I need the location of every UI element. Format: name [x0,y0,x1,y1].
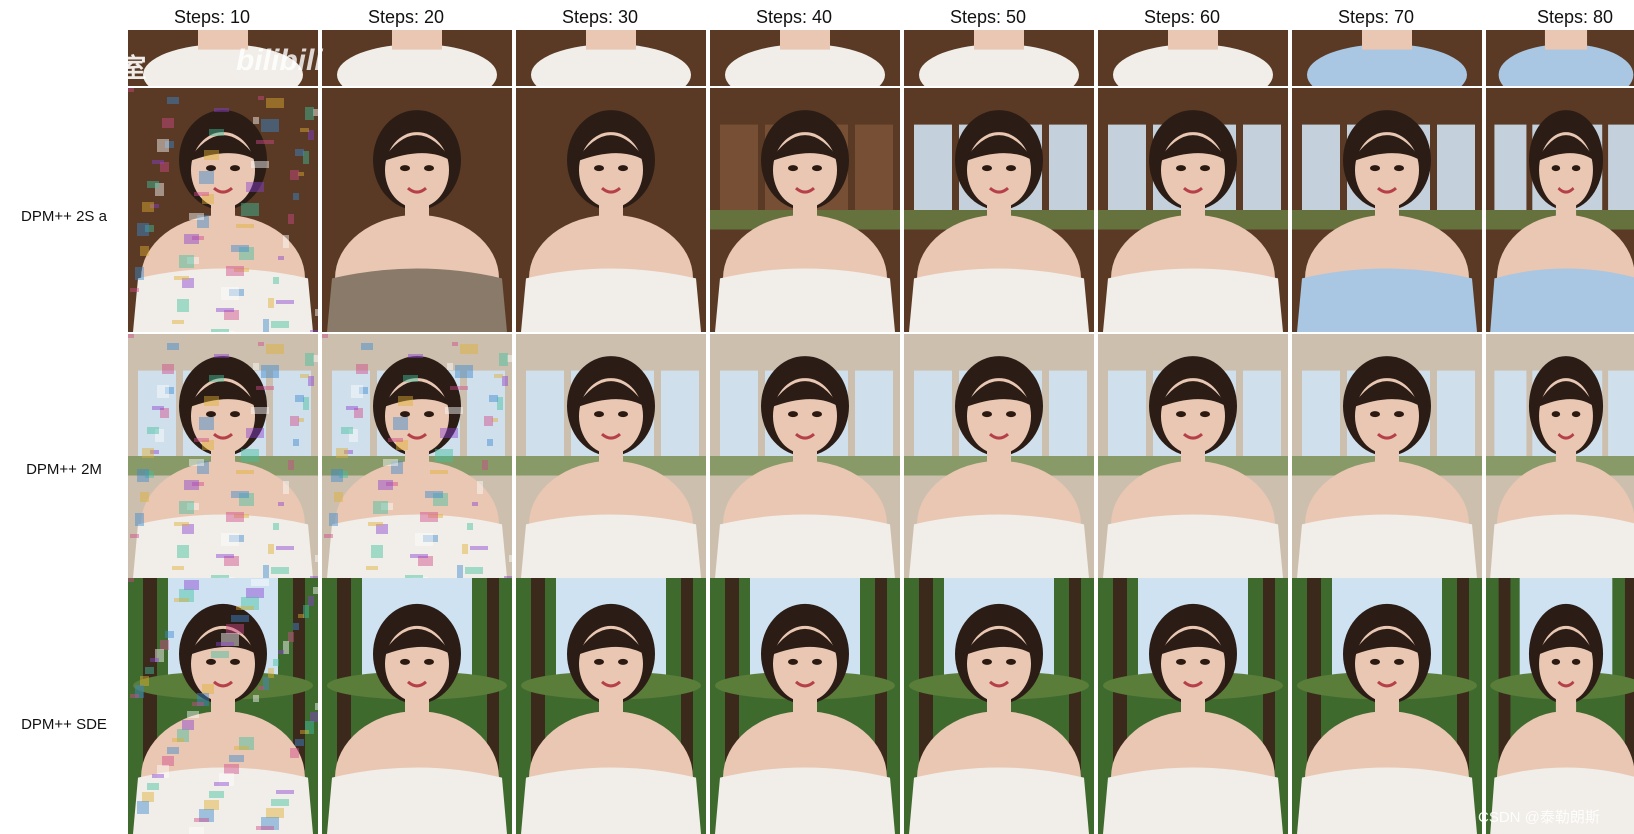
column-header-steps-20: Steps: 20 [367,7,445,27]
image-thumbnail [322,334,512,578]
image-thumbnail [904,334,1094,578]
image-thumbnail [1098,578,1288,834]
watermark-bilibili: bilibili [236,44,323,77]
watermark-csdn: CSDN @泰勒朗斯 [1478,809,1600,826]
image-thumbnail [128,334,318,578]
image-thumbnail [516,30,706,86]
watermark-eve-lab: Eve实验室 [22,53,147,83]
image-thumbnail [1098,88,1288,332]
column-header-steps-80: Steps: 80 [1536,7,1614,27]
image-thumbnail [322,30,512,86]
column-header-steps-70: Steps: 70 [1337,7,1415,27]
image-thumbnail [904,30,1094,86]
column-header-steps-50: Steps: 50 [949,7,1027,27]
image-thumbnail [322,578,512,834]
row-label-dpm-2s-a: DPM++ 2S a [21,208,107,225]
column-header-steps-60: Steps: 60 [1143,7,1221,27]
image-thumbnail [128,88,318,332]
column-header-steps-40: Steps: 40 [755,7,833,27]
image-thumbnail [322,88,512,332]
image-thumbnail [1292,334,1482,578]
image-grid [128,30,1634,834]
image-thumbnail [904,578,1094,834]
column-header-steps-10: Steps: 10 [173,7,251,27]
image-thumbnail [516,578,706,834]
image-thumbnail [1486,88,1634,332]
image-thumbnail [1486,334,1634,578]
image-thumbnail [1098,30,1288,86]
image-thumbnail [1486,30,1634,86]
image-thumbnail [516,334,706,578]
image-thumbnail [1292,88,1482,332]
row-label-dpm-sde: DPM++ SDE [21,716,107,733]
image-thumbnail [1486,578,1634,834]
image-thumbnail [1292,30,1482,86]
image-thumbnail [710,88,900,332]
image-thumbnail [904,88,1094,332]
image-thumbnail [516,88,706,332]
image-thumbnail [1098,334,1288,578]
image-thumbnail [710,30,900,86]
column-header-steps-30: Steps: 30 [561,7,639,27]
image-thumbnail [1292,578,1482,834]
image-thumbnail [128,578,318,834]
image-thumbnail [710,334,900,578]
image-thumbnail [710,578,900,834]
row-label-dpm-2m: DPM++ 2M [26,461,102,478]
